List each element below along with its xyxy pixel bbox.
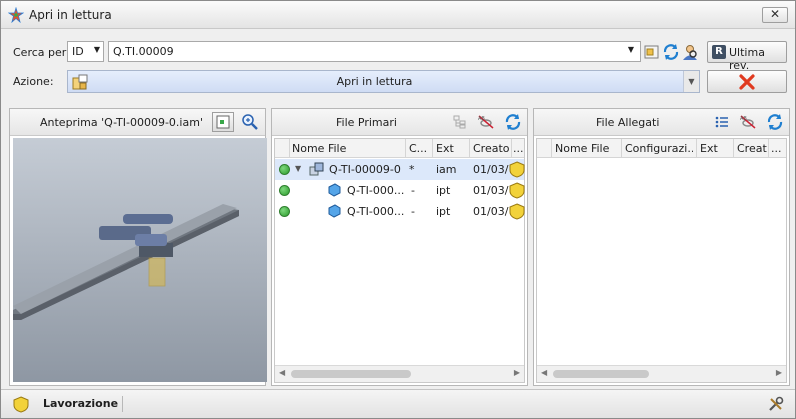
file-name: Q-TI-00009-0 [329, 163, 401, 176]
app-star-icon [8, 7, 24, 23]
scroll-left-icon[interactable]: ◀ [541, 368, 547, 377]
status-ok-icon [279, 185, 290, 196]
status-separator [122, 396, 123, 412]
attached-files-panel: File Allegati AB Nome File Configurazi..… [533, 108, 790, 386]
primary-files-title: File Primari [336, 116, 397, 129]
expand-chevron-icon[interactable]: ▼ [295, 164, 301, 173]
file-ext: ipt [436, 205, 451, 218]
shield-icon [13, 396, 29, 413]
shield-icon [509, 203, 525, 220]
attached-files-header: File Allegati AB [534, 109, 789, 136]
shield-icon [509, 161, 525, 178]
file-ext: iam [436, 163, 457, 176]
attached-files-title: File Allegati [596, 116, 660, 129]
file-c: - [411, 184, 415, 197]
latest-revision-label: Ultima rev. [729, 46, 765, 72]
dialog-window: Apri in lettura ✕ Cerca per ID ▼ Q.TI.00… [0, 0, 796, 419]
refresh-icon[interactable] [766, 113, 784, 131]
primary-files-grid[interactable]: Nome File C... Ext Creato ... ▼ Q-TI-000… [274, 138, 525, 383]
file-created: 01/03/ [473, 184, 509, 197]
svg-text:AB: AB [478, 116, 485, 122]
svg-text:AB: AB [740, 116, 747, 122]
column-more[interactable]: ... [771, 142, 785, 155]
attached-files-grid[interactable]: Nome File Configurazi... Ext Creato ... … [536, 138, 787, 383]
file-name: Q-TI-000... [347, 205, 405, 218]
action-value: Apri in lettura [336, 75, 413, 88]
column-created[interactable]: Creato [473, 142, 509, 155]
grid-header: Nome File C... Ext Creato ... [275, 139, 524, 158]
search-user-icon[interactable] [681, 43, 699, 61]
fit-view-button[interactable] [212, 112, 234, 132]
red-x-icon [739, 74, 755, 90]
file-c: - [411, 205, 415, 218]
latest-revision-button[interactable]: R Ultima rev. [707, 41, 787, 72]
search-field-value: ID [72, 45, 84, 58]
status-bar: Lavorazione [1, 389, 795, 418]
table-row[interactable]: Q-TI-000... - ipt 01/03/ [275, 180, 525, 201]
link-off-icon[interactable]: AB [739, 114, 757, 130]
properties-icon[interactable] [643, 43, 661, 61]
column-created[interactable]: Creato [737, 142, 767, 155]
link-off-icon[interactable]: AB [477, 114, 495, 130]
preview-header: Anteprima 'Q-TI-00009-0.iam' [10, 109, 265, 136]
horizontal-scrollbar[interactable]: ◀ ▶ [275, 365, 524, 382]
status-ok-icon [279, 206, 290, 217]
list-icon[interactable] [714, 114, 730, 130]
scroll-left-icon[interactable]: ◀ [279, 368, 285, 377]
chevron-down-icon[interactable]: ▼ [628, 45, 634, 54]
primary-files-header: File Primari AB [272, 109, 527, 136]
column-configuration[interactable]: Configurazi... [625, 142, 693, 155]
chevron-down-icon[interactable]: ▼ [683, 71, 699, 92]
part-icon [328, 183, 341, 197]
column-ext[interactable]: Ext [436, 142, 466, 155]
fit-view-icon [216, 115, 230, 129]
model-preview-image[interactable] [13, 138, 267, 382]
status-label: Lavorazione [43, 397, 119, 410]
column-more[interactable]: ... [513, 142, 525, 155]
table-row[interactable]: Q-TI-000... - ipt 01/03/ [275, 201, 525, 222]
shield-icon [509, 182, 525, 199]
zoom-icon[interactable] [241, 113, 259, 131]
scroll-right-icon[interactable]: ▶ [514, 368, 520, 377]
horizontal-scrollbar[interactable]: ◀ ▶ [537, 365, 786, 382]
part-icon [328, 204, 341, 218]
column-name[interactable]: Nome File [292, 142, 400, 155]
column-ext[interactable]: Ext [700, 142, 730, 155]
tools-icon[interactable] [767, 395, 785, 413]
scroll-thumb[interactable] [291, 370, 411, 378]
primary-files-panel: File Primari AB Nome File C... Ext Creat… [271, 108, 528, 386]
close-icon: ✕ [769, 7, 781, 21]
cancel-button[interactable] [707, 70, 787, 93]
file-ext: ipt [436, 184, 451, 197]
table-row[interactable]: ▼ Q-TI-00009-0 * iam 01/03/ [275, 159, 525, 180]
search-query-value: Q.TI.00009 [113, 45, 174, 58]
file-created: 01/03/ [473, 205, 509, 218]
file-created: 01/03/ [473, 163, 509, 176]
preview-title: Anteprima 'Q-TI-00009-0.iam' [40, 116, 203, 129]
grid-header: Nome File Configurazi... Ext Creato ... [537, 139, 786, 158]
cad-model-graphic [13, 204, 239, 320]
action-label: Azione: [13, 75, 54, 88]
scroll-thumb[interactable] [553, 370, 649, 378]
search-field-select[interactable]: ID ▼ [67, 41, 104, 62]
tree-structure-icon[interactable] [452, 114, 468, 130]
search-input[interactable]: Q.TI.00009 ▼ [108, 41, 641, 62]
window-title: Apri in lettura [29, 8, 112, 22]
action-select[interactable]: Apri in lettura ▼ [67, 70, 700, 93]
assembly-icon [309, 162, 324, 176]
chevron-down-icon: ▼ [93, 45, 100, 54]
search-by-label: Cerca per [13, 46, 67, 59]
file-name: Q-TI-000... [347, 184, 405, 197]
refresh-icon[interactable] [504, 113, 522, 131]
close-button[interactable]: ✕ [762, 7, 788, 23]
status-ok-icon [279, 164, 290, 175]
column-name[interactable]: Nome File [555, 142, 621, 155]
preview-panel: Anteprima 'Q-TI-00009-0.iam' [9, 108, 267, 386]
file-c: * [409, 163, 415, 176]
revision-r-icon: R [712, 45, 726, 59]
column-c[interactable]: C... [409, 142, 431, 155]
refresh-icon[interactable] [662, 43, 680, 61]
title-bar: Apri in lettura ✕ [1, 1, 795, 29]
scroll-right-icon[interactable]: ▶ [776, 368, 782, 377]
